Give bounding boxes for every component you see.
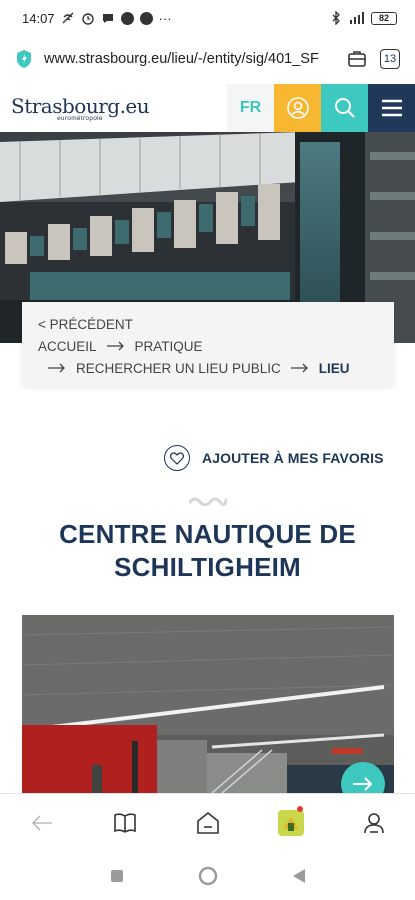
bookmarks-button[interactable] (83, 794, 166, 852)
signal-icon (350, 12, 364, 24)
menu-button[interactable] (368, 84, 415, 132)
tabs-count-button[interactable]: 13 (380, 49, 400, 69)
app-button[interactable] (249, 794, 332, 852)
more-notifications-icon: ··· (158, 10, 172, 26)
hamburger-menu-icon (381, 99, 402, 117)
chat-icon (102, 14, 113, 23)
android-nav-bar (0, 851, 415, 900)
favorites-label: AJOUTER À MES FAVORIS (202, 450, 384, 466)
breadcrumb: < PRÉCÉDENT ACCUEIL PRATIQUE RECHERCHER … (22, 302, 394, 386)
browser-toolbar (0, 793, 415, 851)
secure-shield-icon[interactable] (14, 49, 34, 69)
status-bar: 14:07 ··· 82 (0, 0, 415, 36)
back-arrow-icon (31, 814, 52, 831)
profile-icon (363, 812, 384, 833)
battery-icon: 82 (371, 11, 397, 25)
status-time: 14:07 (22, 10, 55, 26)
recents-square-icon[interactable] (110, 869, 124, 883)
venue-photo[interactable] (22, 615, 394, 793)
bluetooth-icon (332, 11, 340, 25)
book-icon (113, 812, 136, 833)
user-account-button[interactable] (274, 84, 321, 132)
notification-dot (297, 805, 303, 812)
breadcrumb-item-accueil[interactable]: ACCUEIL (38, 339, 97, 354)
app-notification-icon (139, 11, 153, 25)
home-icon (196, 811, 219, 834)
back-button[interactable] (0, 794, 83, 852)
page-title: CENTRE NAUTIQUE DE SCHILTIGHEIM (59, 519, 356, 582)
add-to-favorites-button[interactable]: AJOUTER À MES FAVORIS (164, 445, 384, 471)
heart-icon (164, 445, 190, 471)
search-icon (334, 98, 355, 118)
arrow-right-icon (106, 341, 124, 351)
back-triangle-icon[interactable] (292, 868, 306, 884)
breadcrumb-item-pratique[interactable]: PRATIQUE (135, 339, 203, 354)
app-notification-icon (120, 11, 134, 25)
arrow-right-icon (353, 777, 373, 791)
breadcrumb-item-rechercher[interactable]: RECHERCHER UN LIEU PUBLIC (76, 361, 281, 376)
previous-link[interactable]: < PRÉCÉDENT (38, 317, 133, 332)
app-icon (277, 809, 304, 836)
wave-divider-icon (189, 497, 227, 506)
user-icon (286, 97, 309, 119)
site-header: Strasbourg.eu eurométropole FR (0, 84, 415, 132)
arrow-right-icon (48, 363, 65, 373)
language-switch-button[interactable]: FR (227, 84, 274, 132)
no-signal-icon (62, 12, 74, 24)
arrow-right-icon (290, 363, 308, 373)
briefcase-icon[interactable] (346, 48, 368, 70)
profile-button[interactable] (332, 794, 415, 852)
url-text[interactable]: www.strasbourg.eu/lieu/-/entity/sig/401_… (44, 51, 334, 67)
home-button[interactable] (166, 794, 249, 852)
breadcrumb-item-current: LIEU (318, 360, 350, 376)
site-logo[interactable]: Strasbourg.eu eurométropole (0, 84, 227, 132)
alarm-icon (81, 13, 94, 25)
browser-url-bar[interactable]: www.strasbourg.eu/lieu/-/entity/sig/401_… (0, 36, 415, 82)
home-circle-icon[interactable] (198, 866, 218, 886)
search-button[interactable] (321, 84, 368, 132)
